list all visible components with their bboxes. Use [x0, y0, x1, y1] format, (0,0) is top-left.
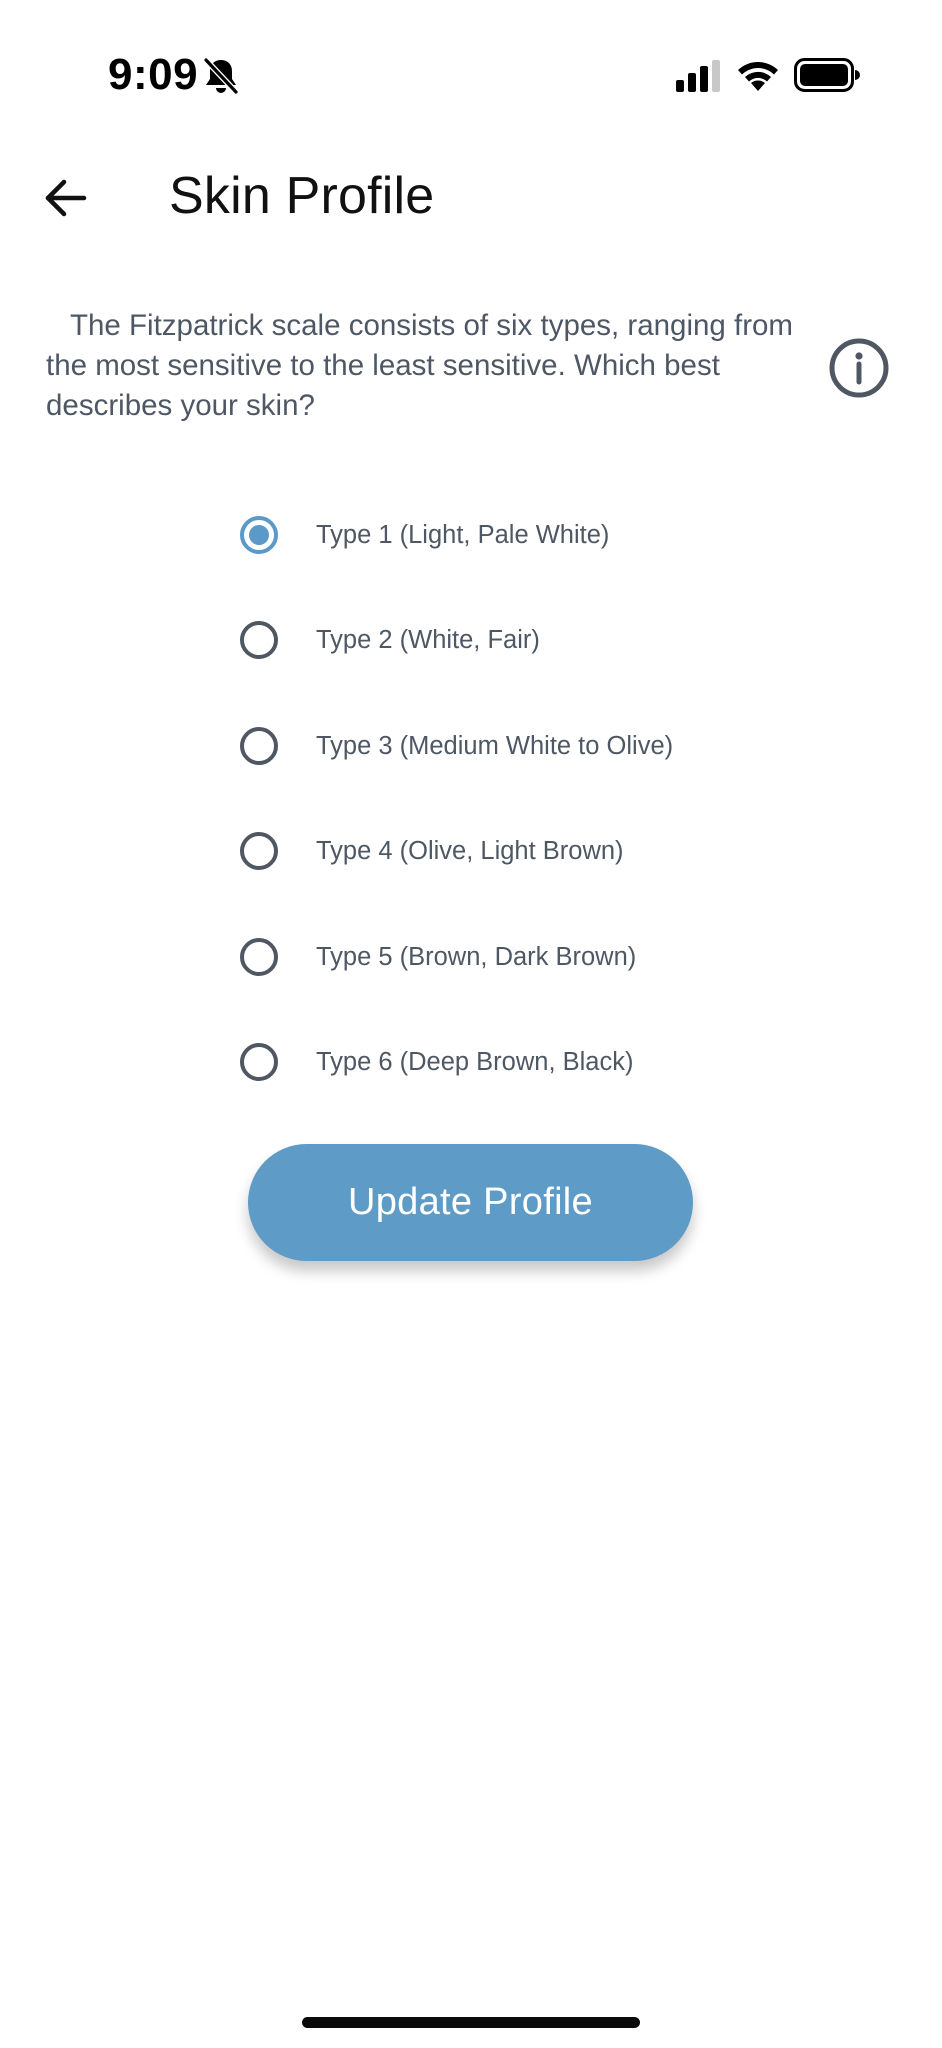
radio-button[interactable]: [240, 621, 278, 659]
status-bar: 9:09: [0, 0, 942, 150]
option-label: Type 3 (Medium White to Olive): [316, 731, 674, 760]
page-title: Skin Profile: [169, 167, 435, 225]
skin-type-option-6[interactable]: Type 6 (Deep Brown, Black): [240, 1032, 760, 1092]
info-circle-icon: [829, 338, 889, 398]
skin-type-option-5[interactable]: Type 5 (Brown, Dark Brown): [240, 927, 760, 987]
status-time: 9:09: [108, 50, 199, 99]
skin-type-option-3[interactable]: Type 3 (Medium White to Olive): [240, 716, 760, 776]
radio-button[interactable]: [240, 727, 278, 765]
arrow-left-icon: [45, 179, 87, 217]
option-label: Type 1 (Light, Pale White): [316, 520, 610, 549]
option-label: Type 5 (Brown, Dark Brown): [316, 942, 637, 971]
radio-button[interactable]: [240, 832, 278, 870]
back-button[interactable]: [36, 168, 96, 228]
info-button[interactable]: [828, 337, 890, 399]
wifi-icon: [738, 62, 778, 91]
skin-type-option-4[interactable]: Type 4 (Olive, Light Brown): [240, 821, 760, 881]
battery-icon: [794, 58, 860, 92]
scale-description: The Fitzpatrick scale consists of six ty…: [46, 309, 794, 422]
cellular-signal-icon: [676, 60, 720, 92]
skin-type-option-1[interactable]: Type 1 (Light, Pale White): [240, 505, 760, 565]
update-profile-button[interactable]: Update Profile: [248, 1144, 693, 1261]
option-label: Type 6 (Deep Brown, Black): [316, 1047, 634, 1076]
radio-button-selected[interactable]: [240, 516, 278, 554]
skin-type-option-2[interactable]: Type 2 (White, Fair): [240, 610, 760, 670]
home-indicator[interactable]: [302, 2017, 640, 2028]
bell-slash-icon: [203, 57, 239, 95]
radio-button[interactable]: [240, 1043, 278, 1081]
radio-button[interactable]: [240, 938, 278, 976]
option-label: Type 2 (White, Fair): [316, 625, 540, 654]
option-label: Type 4 (Olive, Light Brown): [316, 836, 624, 865]
